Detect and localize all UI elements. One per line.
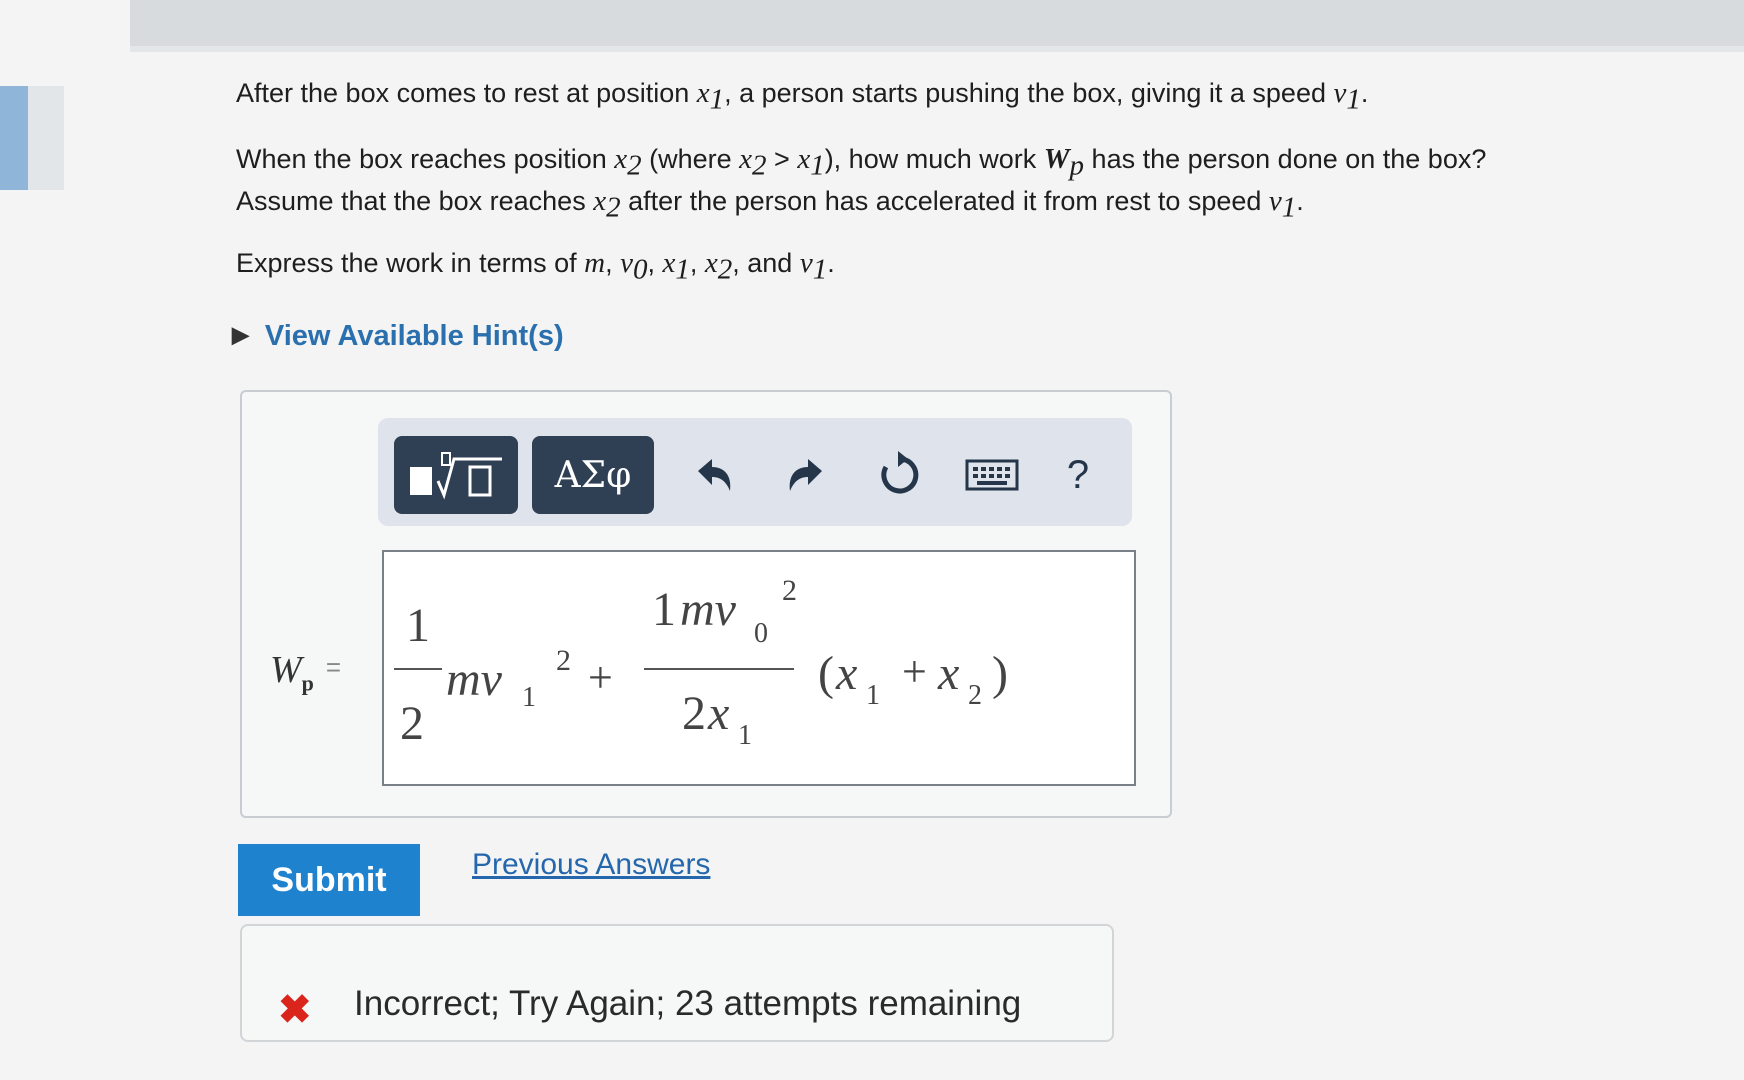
x-mark-icon: ✖ [278, 988, 312, 1032]
fraction2-bar [644, 668, 794, 670]
term1-exponent: 2 [556, 644, 571, 677]
term1-subscript: 1 [522, 682, 536, 713]
paren-x1-subscript: 1 [866, 680, 880, 711]
redo-icon[interactable] [776, 448, 836, 502]
side-strip [28, 86, 64, 190]
view-hints-link[interactable]: ▶ View Available Hint(s) [232, 320, 564, 353]
question-line-3: Assume that the box reaches x2 after the… [236, 185, 1304, 224]
fraction2-denominator-coefficient: 2 [682, 687, 706, 740]
term1-variable: mv [446, 653, 502, 706]
fraction2-numerator-coefficient: 1 [652, 583, 676, 636]
view-hints-label: View Available Hint(s) [264, 320, 564, 352]
plus-sign: + [588, 653, 613, 702]
question-line-2: When the box reaches position x2 (where … [236, 143, 1487, 182]
question-line-1: After the box comes to rest at position … [236, 77, 1369, 116]
feedback-box [240, 924, 1114, 1042]
paren-x2-subscript: 2 [968, 680, 982, 711]
fraction2-denominator-variable: x [708, 687, 730, 740]
previous-answers-link[interactable]: Previous Answers [472, 848, 710, 882]
undo-icon[interactable] [684, 448, 744, 502]
greek-symbols-label: ΑΣφ [554, 454, 632, 496]
fraction1-denominator: 2 [400, 697, 424, 750]
answer-variable-label: Wp= [270, 649, 342, 696]
help-label: ? [1066, 452, 1090, 497]
keyboard-icon[interactable] [962, 448, 1022, 502]
fraction2-numerator-subscript: 0 [754, 618, 768, 649]
side-tab[interactable] [0, 86, 28, 190]
fraction1-bar [394, 668, 442, 670]
submit-button[interactable]: Submit [238, 844, 420, 916]
paren-plus: + [902, 647, 927, 696]
templates-button[interactable] [394, 436, 518, 514]
fraction2-numerator-variable: mv [680, 583, 736, 636]
templates-icon [410, 452, 502, 500]
fraction2-numerator-exponent: 2 [782, 574, 797, 607]
paren-x2: x [938, 647, 960, 700]
top-bar-divider [130, 46, 1744, 52]
greek-symbols-button[interactable]: ΑΣφ [532, 436, 654, 514]
expand-triangle-icon: ▶ [232, 322, 249, 347]
fraction1-numerator: 1 [406, 599, 430, 652]
top-bar [130, 0, 1744, 46]
question-line-4: Express the work in terms of m, v0, x1, … [236, 247, 835, 286]
fraction2-denominator-subscript: 1 [738, 720, 752, 751]
feedback-message: Incorrect; Try Again; 23 attempts remain… [354, 984, 1022, 1023]
help-button[interactable]: ? [1048, 448, 1108, 502]
paren-x1: x [836, 647, 858, 700]
reset-icon[interactable] [870, 448, 930, 502]
paren-open: ( [818, 647, 834, 700]
paren-close: ) [992, 647, 1008, 700]
